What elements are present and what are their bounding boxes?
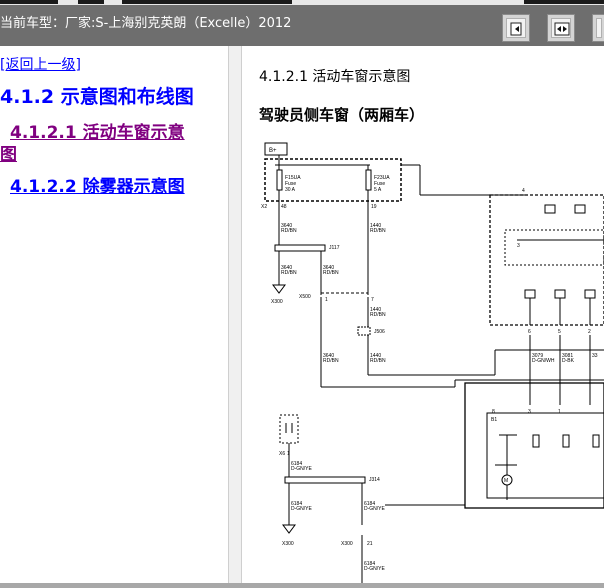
ground-b xyxy=(282,524,296,534)
motor-module-outer xyxy=(464,382,604,509)
horizontal-scrollbar[interactable] xyxy=(0,583,604,588)
motor-module xyxy=(486,412,604,499)
splice-j314 xyxy=(284,476,366,484)
back-link[interactable]: [返回上一级] xyxy=(0,54,81,74)
x2-label: X2 xyxy=(261,204,267,210)
page-left-button[interactable] xyxy=(502,14,530,42)
ground-a xyxy=(272,284,286,294)
pin3a-label: 3 xyxy=(517,243,520,249)
wrdbn-f: RD/BN xyxy=(323,358,339,364)
x300c-label: X300 xyxy=(341,541,353,547)
pin7-label: 7 xyxy=(371,297,374,303)
wrdbn-e: RD/BN xyxy=(370,312,386,318)
j506-box xyxy=(357,326,371,336)
switch-3 xyxy=(524,289,536,299)
page-right-button[interactable] xyxy=(592,14,604,42)
wrdbn-a: RD/BN xyxy=(281,228,297,234)
top-strip-tab xyxy=(78,0,104,4)
relay-3 xyxy=(592,434,600,448)
fuse-2 xyxy=(365,169,372,191)
fuse2-amp: 5 A xyxy=(374,187,382,193)
pin-c-label: 19 xyxy=(371,204,377,210)
fuse1-amp: 30 A xyxy=(285,187,296,193)
nav-item-window-diagram[interactable]: 4.1.2.1 活动车窗示意 xyxy=(10,118,185,143)
page-fit-icon xyxy=(554,22,570,36)
top-strip-tab xyxy=(524,0,604,4)
wdgnwh: D-GN/WH xyxy=(532,358,555,364)
sensor-box xyxy=(279,414,299,444)
wrdbn-c: RD/BN xyxy=(281,270,297,276)
pin21-label: 21 xyxy=(367,541,373,547)
pin6-label: 6 xyxy=(528,329,531,335)
pane-splitter[interactable] xyxy=(228,46,242,588)
pin8-label: 8 xyxy=(492,409,495,415)
switch-2 xyxy=(574,204,586,214)
bplus-label: B+ xyxy=(269,148,277,154)
page-fit-button[interactable] xyxy=(547,14,575,42)
pin48-label: 48 xyxy=(281,204,287,210)
j314-label: J314 xyxy=(369,477,380,483)
content-subheading: 驾驶员侧车窗（两厢车） xyxy=(259,106,425,124)
pin1-label: 1 xyxy=(325,297,328,303)
wdbk: D-BK xyxy=(562,358,575,364)
switch-module xyxy=(489,194,604,326)
top-strip-tab xyxy=(0,0,58,4)
switch-sub-box xyxy=(504,229,604,266)
pin2-label: 2 xyxy=(588,329,591,335)
content-heading: 4.1.2.1 活动车窗示意图 xyxy=(259,69,411,85)
section-heading: 4.1.2 示意图和布线图 xyxy=(0,86,194,108)
wdgnye-b: D-GN/YE xyxy=(291,506,313,512)
b1-label: B1 xyxy=(491,417,497,423)
x500-label: X500 xyxy=(299,294,311,300)
relay-1 xyxy=(532,434,540,448)
title-bar: 当前车型：厂家:S-上海别克英朗（Excelle）2012 xyxy=(0,0,604,46)
wdgnye-a: D-GN/YE xyxy=(291,466,313,472)
w33: 33 xyxy=(592,353,598,359)
motor-label: M xyxy=(504,478,508,484)
x6-label: X6 xyxy=(279,451,285,457)
x300b-label: X300 xyxy=(282,541,294,547)
nav-item-window-diagram-cont[interactable]: 图 xyxy=(0,140,17,165)
splice-j117 xyxy=(274,244,326,252)
wrdbn-g: RD/BN xyxy=(370,358,386,364)
wiring-diagram: B+ F15UA Fuse 30 A F23UA Fuse 5 A X2 48 … xyxy=(261,142,604,583)
j117-label: J117 xyxy=(329,245,340,251)
nav-item-defogger-diagram[interactable]: 4.1.2.2 除雾器示意图 xyxy=(10,172,185,197)
switch-1 xyxy=(544,204,556,214)
wdgnye-d: D-GN/YE xyxy=(364,566,386,572)
fuse-1 xyxy=(276,169,283,191)
wrdbn-d: RD/BN xyxy=(323,270,339,276)
pin5-label: 5 xyxy=(558,329,561,335)
wdgnye-c: D-GN/YE xyxy=(364,506,386,512)
switch-4 xyxy=(554,289,566,299)
pin3b-label: 3 xyxy=(528,409,531,415)
pin1b-label: 1 xyxy=(558,409,561,415)
x300a-label: X300 xyxy=(271,299,283,305)
page-title: 当前车型：厂家:S-上海别克英朗（Excelle）2012 xyxy=(0,16,292,31)
j506-label: J506 xyxy=(374,329,385,335)
wrdbn-b: RD/BN xyxy=(370,228,386,234)
top-strip xyxy=(0,0,604,5)
pin4-label: 4 xyxy=(522,188,525,194)
top-strip-tab xyxy=(122,0,292,4)
page-left-icon xyxy=(510,22,522,36)
relay-2 xyxy=(562,434,570,448)
switch-5 xyxy=(584,289,596,299)
